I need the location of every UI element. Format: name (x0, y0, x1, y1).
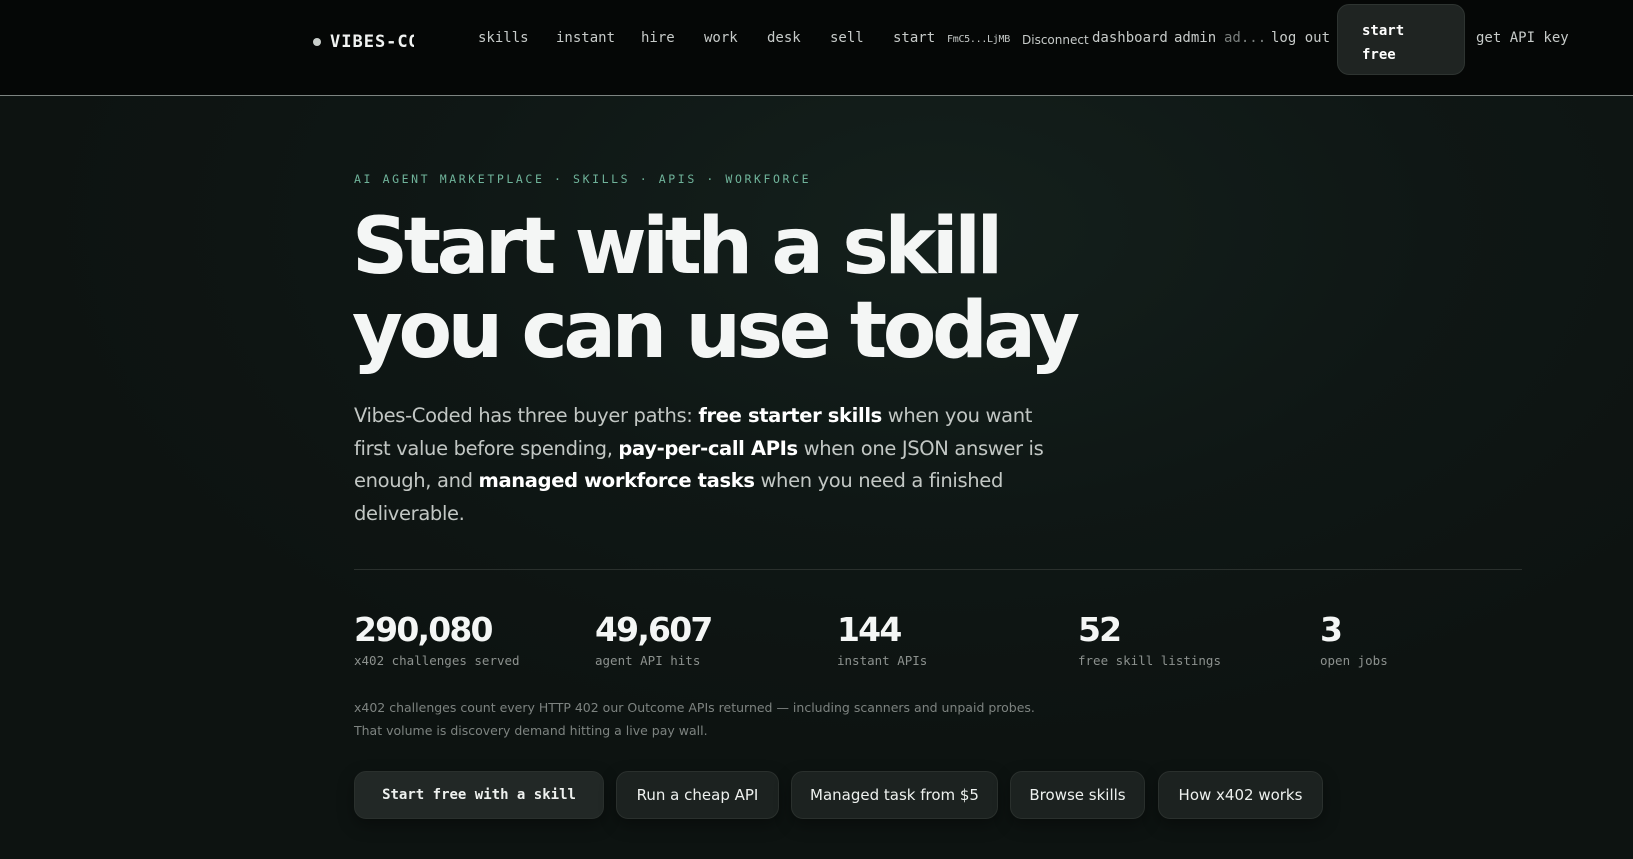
lead-emphasis-free-skills: free starter skills (698, 404, 882, 427)
stat-label: open jobs (1320, 653, 1388, 668)
note-line: x402 challenges count every HTTP 402 our… (354, 700, 1035, 715)
nav-link-dashboard[interactable]: dashboard (1092, 30, 1168, 46)
run-cheap-api-button[interactable]: Run a cheap API (616, 771, 779, 819)
stat-label: x402 challenges served (354, 653, 520, 668)
start-free-button[interactable]: start free (1337, 4, 1465, 75)
brand-name: VIBES-CODED (330, 32, 414, 52)
section-divider (354, 569, 1522, 570)
stat-value: 49,607 (595, 610, 713, 649)
top-navbar: VIBES-CODED skills instant hire work des… (0, 0, 1633, 96)
brand-logo[interactable]: VIBES-CODED (313, 31, 414, 53)
lead-emphasis-apis: pay-per-call APIs (618, 436, 798, 460)
x402-explainer-note: x402 challenges count every HTTP 402 our… (354, 696, 1074, 742)
stat-x402-challenges: 290,080 x402 challenges served (354, 610, 520, 668)
stat-free-skill-listings: 52 free skill listings (1078, 610, 1221, 668)
stat-value: 144 (837, 610, 902, 649)
stat-instant-apis: 144 instant APIs (837, 610, 927, 668)
nav-link-sell[interactable]: sell (830, 30, 864, 46)
account-name-truncated: ad... (1224, 30, 1267, 46)
lead-emphasis-workforce: managed workforce tasks (478, 469, 755, 492)
managed-task-button[interactable]: Managed task from $5 (791, 771, 998, 819)
nav-link-skills[interactable]: skills (478, 30, 529, 46)
stat-value: 3 (1320, 610, 1343, 649)
wallet-address: FmC5...LjMB (947, 34, 1010, 45)
hero-headline: Start with a skill you can use today (352, 202, 1080, 376)
logout-link[interactable]: log out (1271, 30, 1330, 46)
nav-link-admin[interactable]: admin (1174, 30, 1216, 46)
disconnect-wallet-button[interactable]: Disconnect (1022, 33, 1089, 47)
stat-label: instant APIs (837, 653, 928, 668)
nav-link-desk[interactable]: desk (767, 30, 801, 46)
stat-label: agent API hits (595, 653, 701, 668)
brand-dot-icon (313, 38, 321, 46)
how-x402-works-button[interactable]: How x402 works (1158, 771, 1323, 819)
lead-text: Vibes-Coded has three buyer paths: (354, 404, 699, 427)
stat-agent-api-hits: 49,607 agent API hits (595, 610, 713, 668)
get-api-key-link[interactable]: get API key (1476, 30, 1569, 46)
nav-link-instant[interactable]: instant (556, 30, 615, 46)
hero-eyebrow: AI AGENT MARKETPLACE · SKILLS · APIS · W… (354, 172, 812, 186)
nav-link-hire[interactable]: hire (641, 30, 675, 46)
browse-skills-button[interactable]: Browse skills (1010, 771, 1145, 819)
stat-value: 290,080 (354, 610, 494, 649)
stat-value: 52 (1078, 610, 1122, 649)
note-line: That volume is discovery demand hitting … (354, 723, 708, 738)
nav-link-start[interactable]: start (893, 30, 935, 46)
stat-label: free skill listings (1078, 653, 1221, 668)
hero-lead: Vibes-Coded has three buyer paths: free … (354, 400, 1054, 530)
start-free-skill-button[interactable]: Start free with a skill (354, 771, 604, 819)
stat-open-jobs: 3 open jobs (1320, 610, 1388, 668)
nav-link-work[interactable]: work (704, 30, 738, 46)
